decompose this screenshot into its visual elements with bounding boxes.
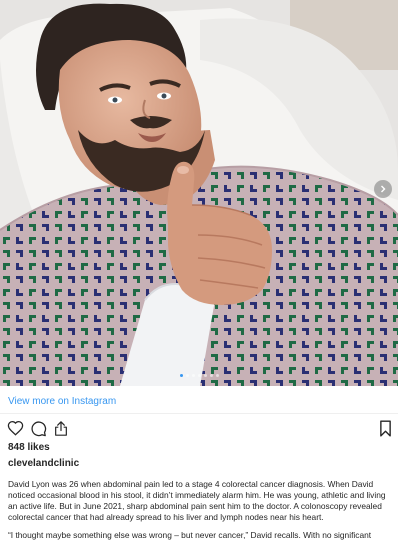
carousel-dot xyxy=(203,374,207,377)
share-icon[interactable] xyxy=(52,419,70,437)
username[interactable]: clevelandclinic xyxy=(8,458,79,469)
view-more-on-instagram-link[interactable]: View more on Instagram xyxy=(8,396,116,407)
divider xyxy=(0,413,398,414)
chevron-right-icon xyxy=(381,185,386,193)
carousel-dot xyxy=(179,374,183,377)
bookmark-icon[interactable] xyxy=(376,419,394,437)
carousel-dot xyxy=(209,374,213,377)
carousel-indicator xyxy=(0,374,398,377)
carousel-dot xyxy=(197,374,201,377)
instagram-embed: View more on Instagram 848 likes clevela… xyxy=(0,0,400,540)
post-photo[interactable] xyxy=(0,0,398,386)
post-caption-continued: “I thought maybe something else was wron… xyxy=(8,530,372,540)
comment-icon[interactable] xyxy=(29,419,47,437)
photo-illustration xyxy=(0,0,398,386)
carousel-next-button[interactable] xyxy=(374,180,392,198)
carousel-dot xyxy=(191,374,195,377)
action-bar xyxy=(6,419,70,437)
heart-icon[interactable] xyxy=(6,419,24,437)
carousel-dot xyxy=(215,374,219,377)
post-caption: David Lyon was 26 when abdominal pain le… xyxy=(8,479,386,522)
likes-count[interactable]: 848 likes xyxy=(8,442,50,453)
carousel-dot xyxy=(185,374,189,377)
